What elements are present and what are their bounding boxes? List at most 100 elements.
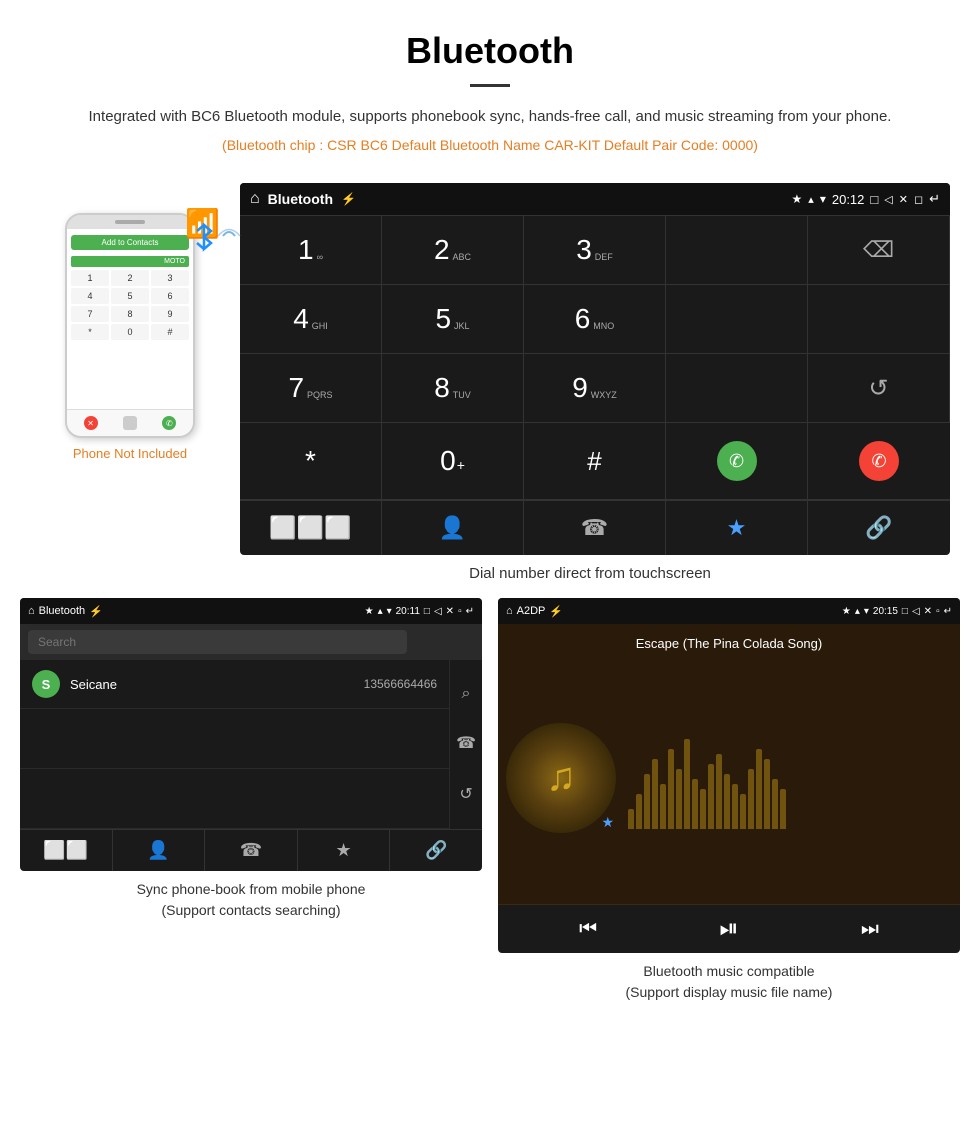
dial-call-red-btn[interactable]: ✆ <box>808 423 950 500</box>
music-controls[interactable]: ⏮ ⏯ ⏭ <box>498 904 960 953</box>
ms-sq-icon: ▫ <box>936 606 940 617</box>
pb-time: 20:11 <box>396 606 420 617</box>
phone-container: 📶 Add to Contacts M <box>30 183 230 461</box>
wifi-icon: ▾ <box>820 192 826 206</box>
dial-key-1[interactable]: 1∞ <box>240 216 382 285</box>
ms-app-name: A2DP <box>517 605 546 617</box>
nav-grid-btn[interactable]: ⬜⬜⬜ <box>240 501 382 555</box>
pb-wifi-icon: ▾ <box>387 606 392 617</box>
eq-bar <box>732 784 738 829</box>
eq-bar <box>660 784 666 829</box>
phonebook-search-bar[interactable] <box>20 624 482 660</box>
dial-status-right: ★ ▴ ▾ 20:12 □ ◁ ✕ ◻ ↵ <box>792 191 940 207</box>
pb-nav-person[interactable]: 👤 <box>113 830 206 871</box>
music-play-pause-btn[interactable]: ⏯ <box>719 915 738 943</box>
pb-loc-icon: ▴ <box>378 606 383 617</box>
pb-status-left: ⌂ Bluetooth ⚡ <box>28 605 103 618</box>
phonebook-caption: Sync phone-book from mobile phone (Suppo… <box>20 871 482 921</box>
pb-call-action-icon[interactable]: ☎ <box>456 733 476 753</box>
ms-bt-icon: ★ <box>842 606 851 617</box>
music-block: ⌂ A2DP ⚡ ★ ▴ ▾ 20:15 □ ◁ ✕ ▫ ↵ Esc <box>498 598 960 1003</box>
dial-key-4[interactable]: 4GHI <box>240 285 382 354</box>
phonebook-contacts: S Seicane 13566664466 <box>20 660 449 829</box>
dialpad-grid[interactable]: 1∞ 2ABC 3DEF ⌫ 4GHI 5JKL <box>240 215 950 500</box>
pb-search-action-icon[interactable]: ⌕ <box>456 685 476 703</box>
phonebook-contact-row[interactable]: S Seicane 13566664466 <box>20 660 449 709</box>
dial-call-green-btn[interactable]: ✆ <box>666 423 808 500</box>
dial-key-0[interactable]: 0 + <box>382 423 524 500</box>
music-next-btn[interactable]: ⏭ <box>861 918 879 941</box>
dial-app-name: Bluetooth <box>268 191 333 207</box>
pb-refresh-action-icon[interactable]: ↺ <box>456 784 476 804</box>
bluetooth-icon <box>193 223 215 253</box>
eq-bar <box>772 779 778 829</box>
phonebook-bottom-nav[interactable]: ⬜⬜ 👤 ☎ ★ 🔗 <box>20 829 482 871</box>
dial-key-2[interactable]: 2ABC <box>382 216 524 285</box>
camera-icon: □ <box>870 192 878 207</box>
location-icon: ▴ <box>808 193 814 206</box>
ms-x-icon: ✕ <box>924 606 932 617</box>
ms-home-icon: ⌂ <box>506 605 513 617</box>
dial-key-9[interactable]: 9WXYZ <box>524 354 666 423</box>
dial-key-7[interactable]: 7PQRS <box>240 354 382 423</box>
nav-bluetooth-btn[interactable]: ★ <box>666 501 808 555</box>
dial-key-hash[interactable]: # <box>524 423 666 500</box>
bottom-screenshots: ⌂ Bluetooth ⚡ ★ ▴ ▾ 20:11 □ ◁ ✕ ▫ ↵ <box>0 598 980 1023</box>
phone-image: Add to Contacts MOTO 123 456 789 *0# ✕ ✆ <box>65 213 195 438</box>
music-equalizer <box>628 723 952 833</box>
dial-key-8[interactable]: 8TUV <box>382 354 524 423</box>
music-caption: Bluetooth music compatible (Support disp… <box>498 953 960 1003</box>
phonebook-right-actions: ⌕ ☎ ↺ <box>449 660 482 829</box>
eq-bar <box>716 754 722 829</box>
nav-link-btn[interactable]: 🔗 <box>808 501 950 555</box>
phone-add-contact-label: Add to Contacts <box>71 235 189 250</box>
eq-bar <box>724 774 730 829</box>
eq-bar <box>684 739 690 829</box>
dial-key-3[interactable]: 3DEF <box>524 216 666 285</box>
phonebook-search-input[interactable] <box>28 630 407 654</box>
music-song-name: Escape (The Pina Colada Song) <box>636 636 822 651</box>
ms-status-left: ⌂ A2DP ⚡ <box>506 605 563 618</box>
phonebook-screen[interactable]: ⌂ Bluetooth ⚡ ★ ▴ ▾ 20:11 □ ◁ ✕ ▫ ↵ <box>20 598 482 871</box>
music-note-icon: ♫ <box>546 755 576 800</box>
dial-empty-1 <box>666 216 808 285</box>
music-disc-wrapper: ♫ ★ <box>506 723 616 833</box>
dial-key-6[interactable]: 6MNO <box>524 285 666 354</box>
dial-android-screen[interactable]: ⌂ Bluetooth ⚡ ★ ▴ ▾ 20:12 □ ◁ ✕ ◻ ↵ <box>240 183 950 555</box>
nav-phone-btn[interactable]: ☎ <box>524 501 666 555</box>
header-description: Integrated with BC6 Bluetooth module, su… <box>60 105 920 129</box>
phonebook-empty-row-2 <box>20 769 449 829</box>
dial-backspace-btn[interactable]: ⌫ <box>808 216 950 285</box>
pb-nav-grid[interactable]: ⬜⬜ <box>20 830 113 871</box>
music-bluetooth-overlay-icon: ★ <box>601 814 614 831</box>
dial-status-left: ⌂ Bluetooth ⚡ <box>250 190 356 208</box>
eq-bar <box>692 779 698 829</box>
pb-nav-bt[interactable]: ★ <box>298 830 391 871</box>
dial-empty-2 <box>666 285 808 354</box>
eq-bar <box>756 749 762 829</box>
eq-bar <box>780 789 786 829</box>
nav-person-btn[interactable]: 👤 <box>382 501 524 555</box>
ms-time: 20:15 <box>873 606 898 617</box>
dial-refresh-btn[interactable]: ↺ <box>808 354 950 423</box>
music-screen[interactable]: ⌂ A2DP ⚡ ★ ▴ ▾ 20:15 □ ◁ ✕ ▫ ↵ Esc <box>498 598 960 953</box>
music-disc: ♫ <box>506 723 616 833</box>
dial-caption: Dial number direct from touchscreen <box>200 555 980 598</box>
dial-time: 20:12 <box>832 192 865 207</box>
music-status-bar: ⌂ A2DP ⚡ ★ ▴ ▾ 20:15 □ ◁ ✕ ▫ ↵ <box>498 598 960 624</box>
dial-bottom-nav[interactable]: ⬜⬜⬜ 👤 ☎ ★ 🔗 <box>240 500 950 555</box>
dial-key-star[interactable]: * <box>240 423 382 500</box>
dial-key-5[interactable]: 5JKL <box>382 285 524 354</box>
pb-nav-phone[interactable]: ☎ <box>205 830 298 871</box>
pb-nav-link[interactable]: 🔗 <box>390 830 482 871</box>
ms-loc-icon: ▴ <box>855 606 860 617</box>
eq-bar <box>708 764 714 829</box>
dial-screen-wrapper: ⌂ Bluetooth ⚡ ★ ▴ ▾ 20:12 □ ◁ ✕ ◻ ↵ <box>240 183 950 555</box>
music-prev-btn[interactable]: ⏮ <box>579 918 597 941</box>
ms-vol-icon: ◁ <box>912 606 920 617</box>
dial-empty-3 <box>808 285 950 354</box>
dial-status-bar: ⌂ Bluetooth ⚡ ★ ▴ ▾ 20:12 □ ◁ ✕ ◻ ↵ <box>240 183 950 215</box>
back-icon: ↵ <box>929 191 940 207</box>
header-divider <box>470 84 510 87</box>
pb-cam-icon: □ <box>424 606 430 617</box>
